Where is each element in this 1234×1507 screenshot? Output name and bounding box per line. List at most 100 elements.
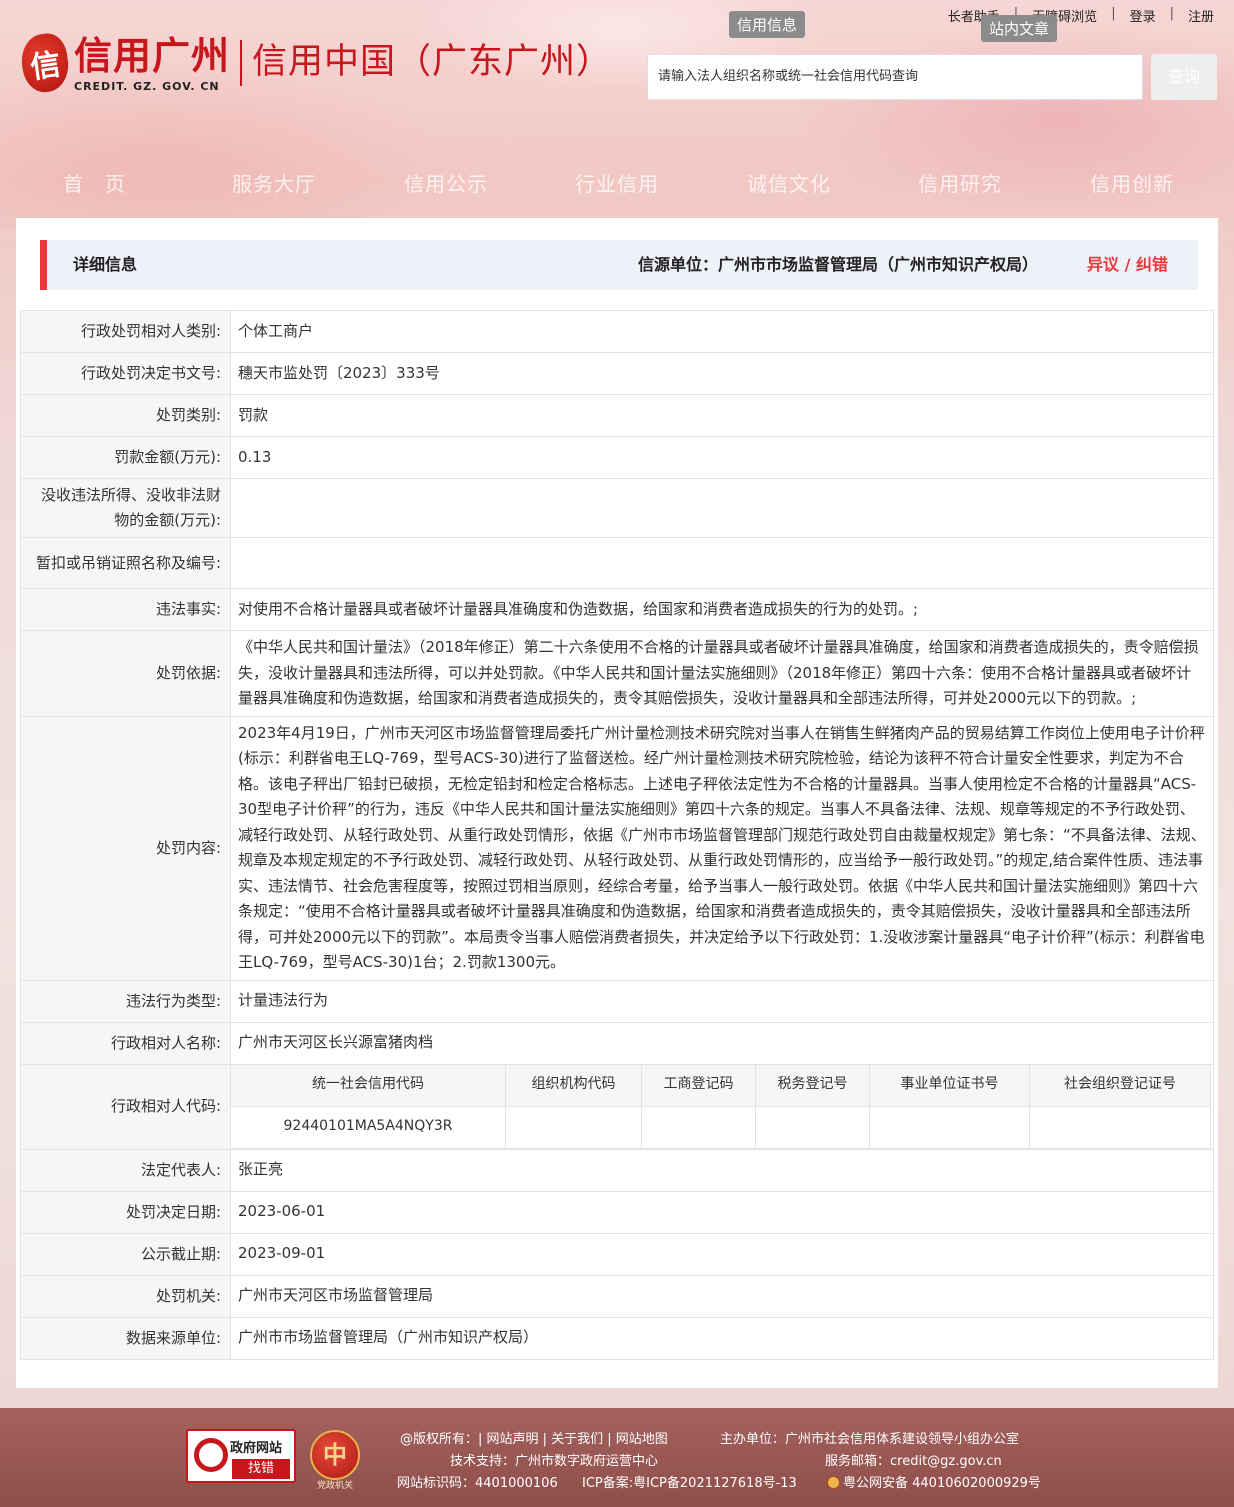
table-row: 法定代表人: 张正亮 [20, 1148, 1214, 1192]
field-key: 行政处罚决定书文号: [20, 352, 231, 395]
footer-host: 主办单位：广州市社会信用体系建设领导小组办公室 [720, 1432, 1020, 1447]
logo-domain: CREDIT. GZ. GOV. CN [74, 80, 220, 93]
codes-cell: 统一社会信用代码 组织机构代码 工商登记码 税务登记号 事业单位证书号 社会组织… [230, 1063, 1214, 1150]
detail-title-bar: 详细信息 信源单位：广州市市场监督管理局（广州市知识产权局） 异议 / 纠错 [40, 240, 1198, 290]
table-row: 没收违法所得、没收非法财物的金额(万元): [20, 478, 1214, 538]
footer-tech-support: 技术支持：广州市数字政府运营中心 [450, 1454, 659, 1469]
field-value: 广州市市场监督管理局（广州市知识产权局） [230, 1316, 1214, 1360]
magnifier-icon [194, 1438, 228, 1472]
codes-value-row: 92440101MA5A4NQY3R [230, 1105, 1211, 1149]
table-row: 处罚内容: 2023年4月19日，广州市天河区市场监督管理局委托广州计量检测技术… [20, 715, 1214, 981]
field-value: 张正亮 [230, 1148, 1214, 1192]
field-value [230, 478, 1214, 538]
gov-badge-title: 政府网站 [230, 1441, 283, 1456]
search-input[interactable]: 请输入法人组织名称或统一社会信用代码查询 [647, 54, 1143, 100]
field-value: 广州市天河区长兴源富猪肉档 [230, 1021, 1214, 1065]
table-row: 行政处罚决定书文号: 穗天市监处罚〔2023〕333号 [20, 352, 1214, 395]
register-link[interactable]: 注册 [1184, 6, 1218, 25]
field-key: 数据来源单位: [20, 1316, 231, 1360]
codes-header: 组织机构代码 [505, 1063, 642, 1107]
table-row: 暂扣或吊销证照名称及编号: [20, 537, 1214, 589]
logo-title: 信用广州 [74, 33, 231, 78]
footer-site-id: 网站标识码：4401000106 [397, 1476, 558, 1491]
table-row: 处罚依据: 《中华人民共和国计量法》（2018年修正）第二十六条使用不合格的计量… [20, 630, 1214, 717]
table-row: 行政相对人代码: 统一社会信用代码 组织机构代码 工商登记码 税务登记号 事业单… [20, 1063, 1214, 1150]
codes-value [869, 1105, 1030, 1149]
codes-header-row: 统一社会信用代码 组织机构代码 工商登记码 税务登记号 事业单位证书号 社会组织… [230, 1063, 1211, 1107]
nav-service-hall[interactable]: 服务大厅 [232, 168, 316, 197]
field-key: 暂扣或吊销证照名称及编号: [20, 537, 231, 589]
table-row: 行政处罚相对人类别: 个体工商户 [20, 310, 1214, 353]
link-separator: | [1169, 6, 1174, 21]
logo-mark: 信 [18, 31, 72, 95]
field-key: 违法事实: [20, 588, 231, 631]
field-value [230, 537, 1214, 589]
site-logo[interactable]: 信 信用广州 CREDIT. GZ. GOV. CN 信用中国（广东广州） [18, 31, 613, 95]
party-org-badge[interactable]: 中 党政机关 [310, 1430, 360, 1491]
footer-police-record[interactable]: 粤公网安备 44010602000929号 [827, 1472, 1041, 1491]
codes-header: 事业单位证书号 [869, 1063, 1030, 1107]
table-row: 违法行为类型: 计量违法行为 [20, 979, 1214, 1023]
codes-header: 统一社会信用代码 [230, 1063, 506, 1107]
field-key: 违法行为类型: [20, 979, 231, 1023]
table-row: 行政相对人名称: 广州市天河区长兴源富猪肉档 [20, 1021, 1214, 1065]
table-row: 处罚决定日期: 2023-06-01 [20, 1190, 1214, 1234]
logo-divider [240, 40, 243, 86]
table-row: 数据来源单位: 广州市市场监督管理局（广州市知识产权局） [20, 1316, 1214, 1360]
field-key: 公示截止期: [20, 1232, 231, 1276]
detail-title: 详细信息 [73, 255, 138, 274]
party-badge-text: 党政机关 [316, 1481, 353, 1491]
footer-links[interactable]: @版权所有：| 网站声明 | 关于我们 | 网站地图 [400, 1428, 668, 1447]
field-value: 计量违法行为 [230, 979, 1214, 1023]
field-value: 穗天市监处罚〔2023〕333号 [230, 352, 1214, 395]
login-link[interactable]: 登录 [1126, 6, 1160, 25]
codes-header: 税务登记号 [755, 1063, 870, 1107]
footer-icp[interactable]: ICP备案:粤ICP备2021127618号-13 [582, 1472, 797, 1491]
field-value: 2023年4月19日，广州市天河区市场监督管理局委托广州计量检测技术研究院对当事… [230, 715, 1214, 981]
field-key: 没收违法所得、没收非法财物的金额(万元): [20, 478, 231, 538]
tab-site-articles[interactable]: 站内文章 [981, 15, 1058, 42]
search-tabs: 信用信息 站内文章 [729, 10, 1129, 42]
nav-credit-publicity[interactable]: 信用公示 [404, 168, 488, 197]
field-key: 行政相对人名称: [20, 1021, 231, 1065]
police-badge-icon [827, 1476, 840, 1489]
field-value: 0.13 [230, 436, 1214, 479]
table-row: 处罚机关: 广州市天河区市场监督管理局 [20, 1274, 1214, 1318]
gov-website-error-badge[interactable]: 政府网站 找错 [186, 1429, 296, 1483]
codes-header: 社会组织登记证号 [1029, 1063, 1211, 1107]
logo-subtitle: 信用中国（广东广州） [252, 42, 613, 82]
field-value: 2023-06-01 [230, 1190, 1214, 1234]
field-key: 行政相对人代码: [20, 1063, 231, 1150]
field-key: 法定代表人: [20, 1148, 231, 1192]
tab-credit-info[interactable]: 信用信息 [729, 11, 806, 38]
footer-police-text: 粤公网安备 44010602000929号 [843, 1476, 1041, 1491]
nav-industry-credit[interactable]: 行业信用 [575, 168, 659, 197]
field-value: 2023-09-01 [230, 1232, 1214, 1276]
objection-link[interactable]: 异议 / 纠错 [1087, 240, 1168, 290]
field-key: 处罚内容: [20, 715, 231, 981]
table-row: 处罚类别: 罚款 [20, 394, 1214, 437]
codes-header: 工商登记码 [641, 1063, 756, 1107]
codes-value [1029, 1105, 1211, 1149]
field-value: 对使用不合格计量器具或者破坏计量器具准确度和伪造数据，给国家和消费者造成损失的行… [230, 588, 1214, 631]
codes-value [755, 1105, 870, 1149]
codes-table: 统一社会信用代码 组织机构代码 工商登记码 税务登记号 事业单位证书号 社会组织… [230, 1063, 1211, 1149]
codes-value [641, 1105, 756, 1149]
field-key: 罚款金额(万元): [20, 436, 231, 479]
field-key: 处罚类别: [20, 394, 231, 437]
gov-badge-action: 找错 [232, 1459, 290, 1479]
nav-integrity-culture[interactable]: 诚信文化 [747, 168, 831, 197]
main-nav: 首 页 服务大厅 信用公示 行业信用 诚信文化 信用研究 信用创新 [0, 168, 1234, 202]
search-button[interactable]: 查询 [1151, 54, 1217, 100]
source-unit: 信源单位：广州市市场监督管理局（广州市知识产权局） [637, 255, 1038, 274]
field-value: 《中华人民共和国计量法》（2018年修正）第二十六条使用不合格的计量器具或者破坏… [230, 630, 1214, 717]
detail-table: 行政处罚相对人类别: 个体工商户 行政处罚决定书文号: 穗天市监处罚〔2023〕… [20, 310, 1214, 1360]
table-row: 公示截止期: 2023-09-01 [20, 1232, 1214, 1276]
field-key: 处罚决定日期: [20, 1190, 231, 1234]
nav-credit-innovation[interactable]: 信用创新 [1090, 168, 1174, 197]
nav-credit-research[interactable]: 信用研究 [918, 168, 1002, 197]
nav-home[interactable]: 首 页 [63, 168, 126, 197]
codes-value [505, 1105, 642, 1149]
logo-text: 信用广州 CREDIT. GZ. GOV. CN [74, 33, 231, 94]
field-value: 罚款 [230, 394, 1214, 437]
